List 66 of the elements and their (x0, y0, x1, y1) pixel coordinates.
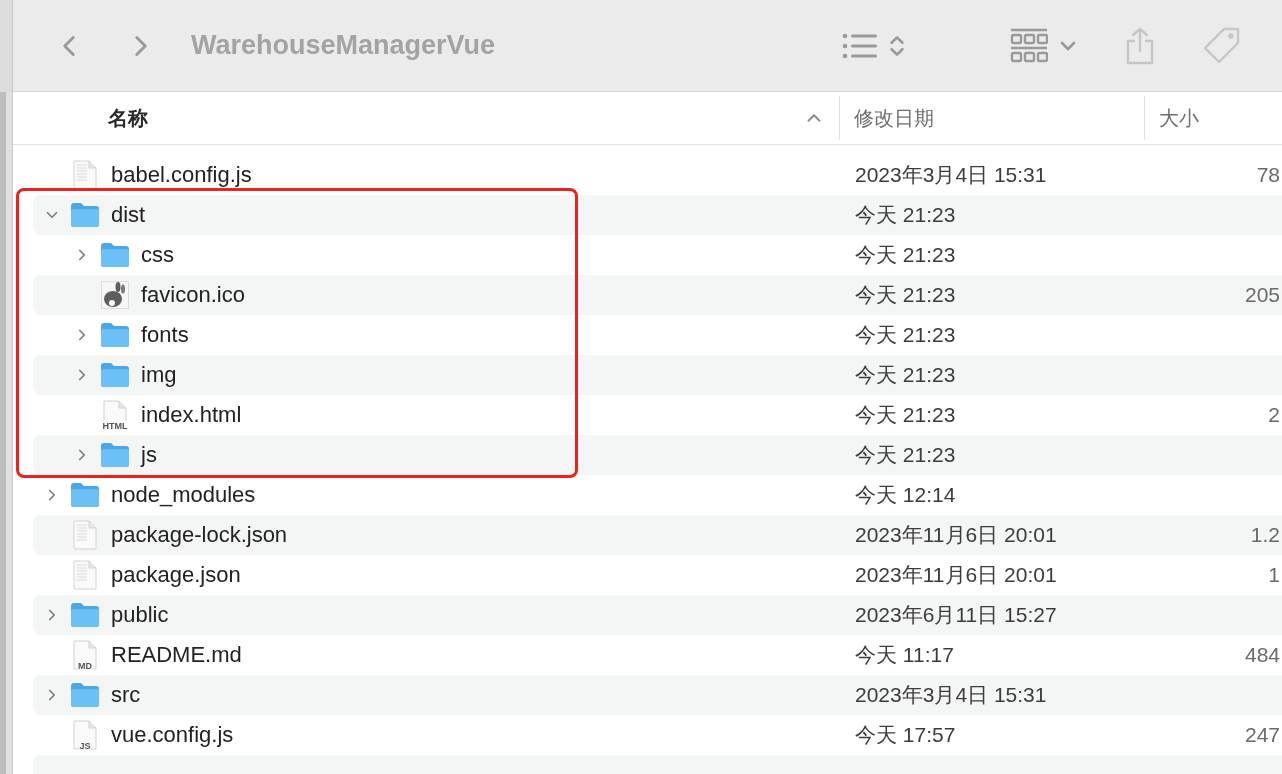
date-modified: 2023年3月4日 15:31 (854, 162, 1048, 188)
file-name: public (111, 602, 169, 628)
rabbit-icon (101, 281, 129, 309)
date-modified: 今天 12:14 (854, 482, 957, 508)
file-name: favicon.ico (141, 282, 245, 308)
file-name: dist (111, 202, 146, 228)
folder-icon (70, 202, 100, 228)
file-size: 78 (1255, 163, 1281, 187)
date-modified: 2023年11月6日 20:01 (854, 522, 1058, 548)
icon-label: HTML (102, 421, 128, 431)
date-modified: 2023年6月11日 15:27 (854, 602, 1058, 628)
file-name: babel.config.js (111, 162, 252, 188)
document-icon (73, 640, 97, 670)
date-modified: 今天 21:23 (854, 442, 957, 468)
file-size: 247 (1243, 723, 1281, 747)
file-name: package.json (111, 562, 241, 588)
file-name: package-lock.json (111, 522, 288, 548)
column-header[interactable]: 大小 (1159, 104, 1199, 132)
folder-icon (100, 442, 130, 468)
document-icon (73, 560, 97, 590)
file-name: fonts (141, 322, 189, 348)
file-row[interactable]: js 今天 21:23 (33, 435, 1282, 475)
date-modified: 今天 17:57 (854, 722, 957, 748)
column-header[interactable]: 修改日期 (854, 104, 934, 132)
file-name: css (141, 242, 174, 268)
folder-icon (100, 322, 130, 348)
folder-icon (70, 482, 100, 508)
icon-label: MD (78, 661, 92, 671)
icon-label: JS (79, 741, 91, 751)
file-size: 1.2 (1249, 523, 1281, 547)
folder-icon (70, 602, 100, 628)
date-modified: 今天 21:23 (854, 242, 957, 268)
date-modified: 2023年3月4日 15:31 (854, 682, 1048, 708)
file-size: 2 (1267, 403, 1281, 427)
file-name: vue.config.js (111, 722, 234, 748)
folder-icon (100, 242, 130, 268)
window-title: WarehouseManagerVue (191, 30, 496, 61)
file-name: js (141, 442, 157, 468)
file-row[interactable]: img 今天 21:23 (33, 355, 1282, 395)
file-row[interactable]: package-lock.json 2023年11月6日 20:01 1.2 (33, 515, 1282, 555)
file-name: node_modules (111, 482, 256, 508)
date-modified: 今天 21:23 (854, 202, 957, 228)
file-row[interactable]: dist 今天 21:23 (33, 195, 1282, 235)
grid-icon[interactable] (1010, 27, 1048, 64)
file-name: img (141, 362, 177, 388)
date-modified: 今天 21:23 (854, 282, 957, 308)
file-name: index.html (141, 402, 242, 428)
file-row[interactable]: public 2023年6月11日 15:27 (33, 595, 1282, 635)
date-modified: 2023年11月6日 20:01 (854, 562, 1058, 588)
file-name: README.md (111, 642, 242, 668)
document-icon (73, 720, 97, 750)
document-icon (73, 520, 97, 550)
date-modified: 今天 21:23 (854, 362, 957, 388)
file-name: src (111, 682, 141, 708)
document-icon (73, 160, 97, 190)
folder-icon (100, 362, 130, 388)
folder-icon (70, 682, 100, 708)
file-size: 205 (1243, 283, 1281, 307)
file-size: 1 (1267, 563, 1281, 587)
date-modified: 今天 21:23 (854, 402, 957, 428)
date-modified: 今天 11:17 (854, 642, 955, 668)
file-size: 484 (1243, 643, 1281, 667)
date-modified: 今天 21:23 (854, 322, 957, 348)
file-row[interactable]: src 2023年3月4日 15:31 (33, 675, 1282, 715)
file-row[interactable]: favicon.ico 今天 21:23 205 (33, 275, 1282, 315)
column-header[interactable]: 名称 (108, 104, 148, 132)
